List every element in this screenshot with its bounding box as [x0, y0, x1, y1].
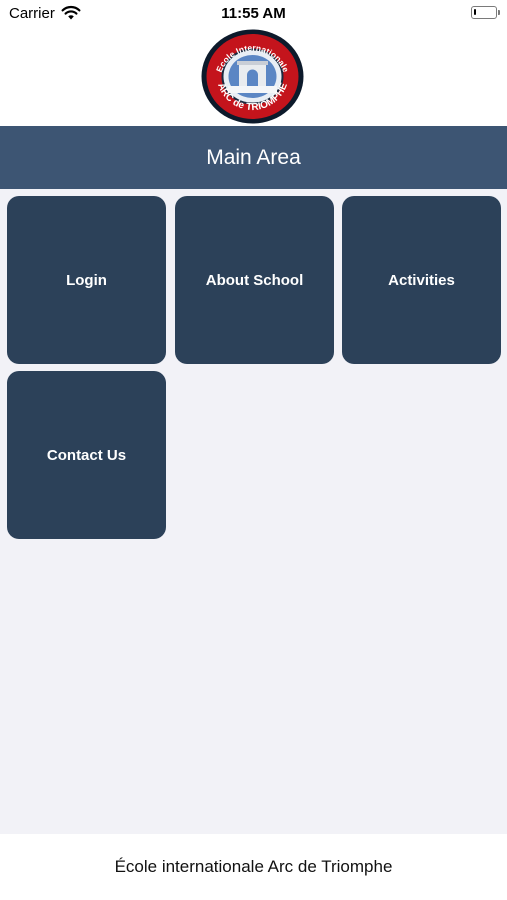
- login-button[interactable]: Login: [7, 196, 166, 364]
- app-screen: Carrier 11:55 AM Ecole Internationale AR…: [0, 0, 507, 900]
- status-bar: Carrier 11:55 AM: [0, 0, 507, 28]
- footer-school-name: École internationale Arc de Triomphe: [114, 857, 393, 876]
- contact-us-button[interactable]: Contact Us: [7, 371, 166, 539]
- contact-us-button-label: Contact Us: [46, 446, 127, 464]
- battery-level: [474, 9, 476, 15]
- school-crest-logo: Ecole Internationale ARC de TRIOMPHE: [201, 29, 304, 124]
- battery-icon: [471, 6, 500, 19]
- clock-label: 11:55 AM: [221, 5, 286, 22]
- login-button-label: Login: [66, 271, 107, 289]
- footer: École internationale Arc de Triomphe: [0, 834, 507, 900]
- logo-header: Ecole Internationale ARC de TRIOMPHE: [0, 28, 507, 126]
- activities-button-label: Activities: [388, 271, 455, 289]
- about-school-button-label: About School: [205, 271, 304, 289]
- activities-button[interactable]: Activities: [342, 196, 501, 364]
- nav-title: Main Area: [206, 145, 301, 169]
- about-school-button[interactable]: About School: [175, 196, 334, 364]
- nav-bar: Main Area: [0, 126, 507, 189]
